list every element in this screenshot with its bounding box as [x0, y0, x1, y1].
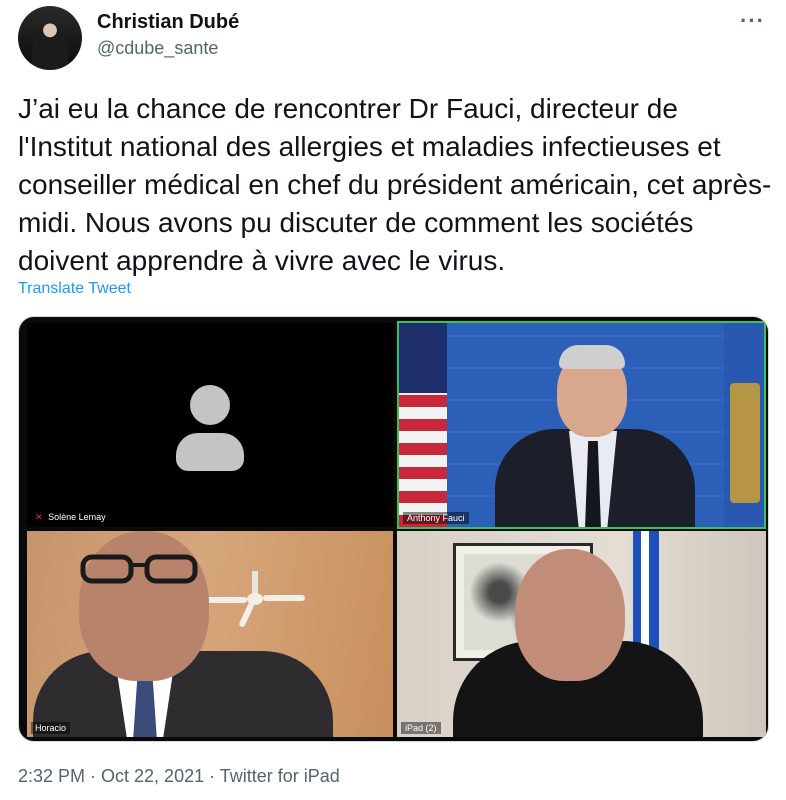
video-tile: Horacio [27, 531, 393, 737]
tweet-text: J’ai eu la chance de rencontrer Dr Fauci… [18, 93, 772, 276]
agency-seal [730, 383, 760, 503]
person-hair [559, 345, 625, 369]
user-placeholder-body [176, 433, 244, 471]
participant-name: iPad (2) [405, 723, 437, 733]
video-tile: iPad (2) [397, 531, 766, 737]
author-handle[interactable]: @cdube_sante [97, 38, 218, 59]
participant-name: Horacio [35, 723, 67, 733]
person-face [515, 549, 625, 681]
participant-label: Horacio [31, 722, 71, 734]
participant-label: iPad (2) [401, 722, 441, 734]
ceiling-fan-icon [205, 571, 305, 627]
more-options-icon[interactable]: ··· [740, 8, 765, 34]
glasses-icon [80, 554, 198, 584]
avatar[interactable] [18, 6, 82, 70]
translate-tweet-link[interactable]: Translate Tweet [18, 280, 131, 298]
tweet-timestamp[interactable]: 2:32 PM · Oct 22, 2021 · Twitter for iPa… [18, 766, 340, 787]
tweet-media-image[interactable]: ✕ Solène Lemay Anthony Fauci Horacio iPa… [18, 316, 769, 742]
participant-label: ✕ Solène Lemay [31, 511, 110, 524]
participant-name: Solène Lemay [48, 512, 106, 522]
participant-name: Anthony Fauci [407, 513, 465, 523]
author-display-name[interactable]: Christian Dubé [97, 11, 239, 34]
participant-label: Anthony Fauci [403, 512, 469, 524]
user-placeholder-icon [190, 385, 230, 425]
quebec-flag-stripe [641, 531, 649, 661]
mic-off-icon: ✕ [35, 512, 43, 522]
video-tile-active-speaker: Anthony Fauci [397, 321, 766, 529]
us-flag-canton [399, 323, 447, 393]
video-tile-camera-off: ✕ Solène Lemay [27, 323, 393, 527]
